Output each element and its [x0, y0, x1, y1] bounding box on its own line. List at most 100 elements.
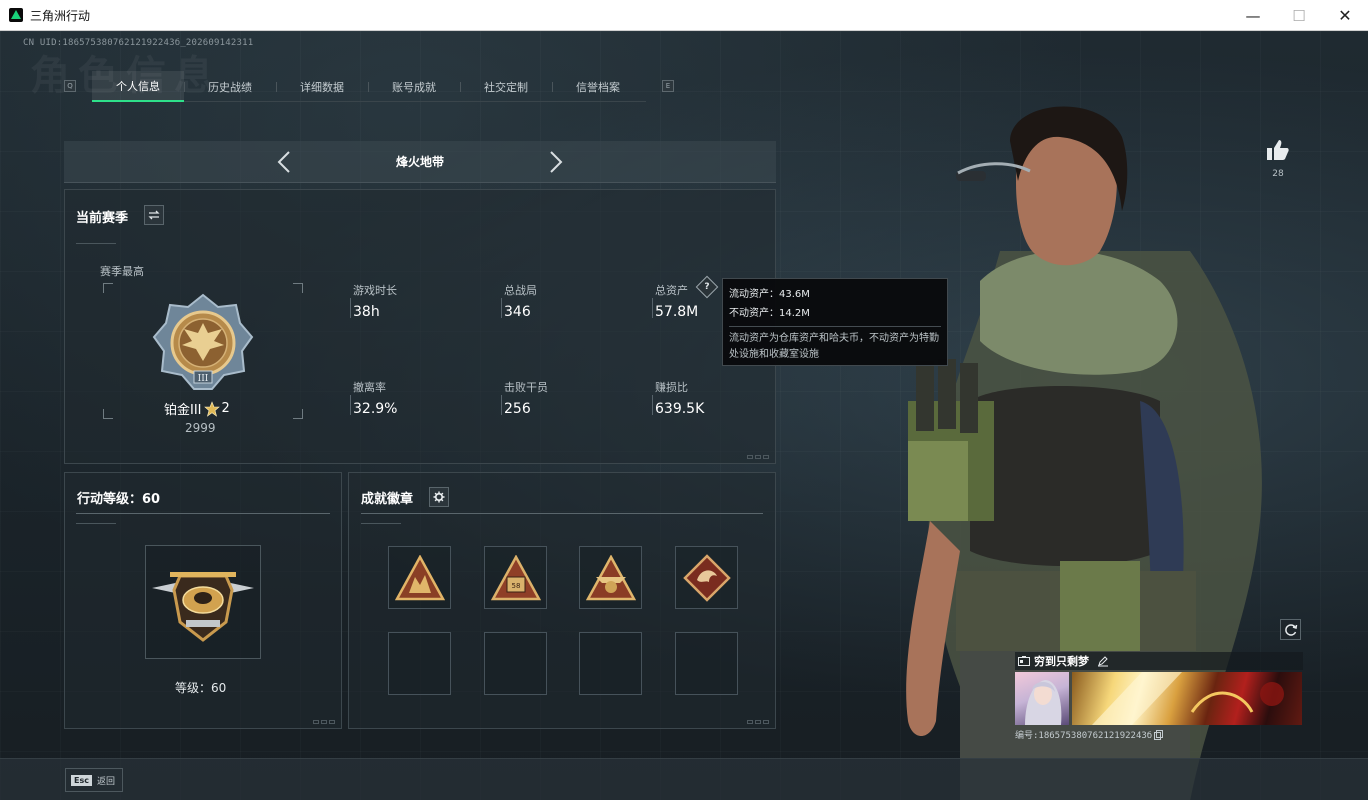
prev-mode-button[interactable] [272, 150, 296, 174]
tab-reputation-record[interactable]: 信誉档案 [552, 71, 644, 102]
rank-star-count: 2 [221, 401, 230, 416]
avatar-portrait-icon [1025, 680, 1062, 725]
uid-text: CN UID:18657538076212192243б_20260914231… [23, 38, 254, 48]
frame-corner-tl [103, 283, 113, 293]
achievement-badge-4[interactable] [675, 546, 738, 609]
bottom-bar: Esc 返回 [0, 758, 1368, 800]
achievement-slot-empty[interactable] [484, 632, 547, 695]
player-banner[interactable] [1072, 672, 1302, 725]
next-mode-button[interactable] [544, 150, 568, 174]
season-best-label: 赛季最高 [100, 265, 144, 278]
back-button[interactable]: Esc 返回 [65, 768, 123, 792]
stat-play-time: 游戏时长 38h [350, 282, 493, 320]
rotate-model-button[interactable] [1280, 619, 1301, 640]
achievement-slot-empty[interactable] [579, 632, 642, 695]
tab-account-achievements[interactable]: 账号成就 [368, 71, 460, 102]
close-button[interactable]: ✕ [1322, 0, 1368, 31]
gear-icon [433, 491, 445, 503]
panel-corner-decoration [313, 720, 335, 724]
stat-label: 总战局 [504, 284, 537, 297]
tooltip-separator [729, 326, 941, 327]
stat-divider [350, 298, 351, 318]
title-underline [76, 243, 116, 244]
achievements-title: 成就徽章 [361, 492, 414, 507]
stat-value: 346 [504, 304, 531, 320]
title-underline [361, 523, 401, 524]
player-name: 穷到只剩梦 [1034, 655, 1089, 668]
tooltip-note: 流动资产为仓库资产和哈夫币，不动资产为特勤处设施和收藏室设施 [729, 333, 939, 360]
tab-detailed-data[interactable]: 详细数据 [276, 71, 368, 102]
stat-divider [350, 395, 351, 415]
frame-corner-br [293, 409, 303, 419]
stat-divider [652, 395, 653, 415]
season-title: 当前赛季 [76, 211, 129, 226]
rank-tier-text: 铂金III [164, 403, 202, 418]
chevron-right-icon [550, 151, 563, 173]
achievement-badge-3[interactable] [579, 546, 642, 609]
tab-match-history[interactable]: 历史战绩 [184, 71, 276, 102]
player-avatar[interactable] [1015, 672, 1069, 725]
stat-value: 256 [504, 401, 531, 417]
tooltip-liquid-assets: 流动资产：43.6M [729, 289, 810, 300]
stat-extraction-rate: 撤离率 32.9% [350, 379, 493, 417]
like-control[interactable]: 28 [1264, 139, 1292, 179]
achievements-settings-button[interactable] [429, 487, 449, 507]
mode-title: 烽火地带 [395, 155, 444, 169]
eagle-badge-icon [585, 554, 636, 600]
window-title-bar: 三角洲行动 — ☐ ✕ [0, 0, 1368, 31]
player-id-row: 编号:18657538076212192243б [1015, 728, 1303, 741]
level-badge-frame [145, 545, 261, 659]
soldiers-badge-icon [394, 554, 445, 600]
panel-corner-decoration [747, 455, 769, 459]
stat-value: 38h [353, 304, 380, 320]
edit-name-icon[interactable] [1097, 655, 1109, 667]
stat-divider [501, 395, 502, 415]
helicopter-level-icon [152, 572, 254, 642]
level-title-rule [76, 513, 330, 514]
achievements-title-rule [361, 513, 763, 514]
stat-label: 赚损比 [655, 381, 688, 394]
stat-operators-defeated: 击败干员 256 [501, 379, 644, 417]
achievement-slot-empty[interactable] [388, 632, 451, 695]
copy-icon[interactable] [1154, 729, 1164, 740]
window-title: 三角洲行动 [30, 8, 91, 23]
minimize-button[interactable]: — [1230, 0, 1276, 31]
player-nameplate: 穷到只剩梦 编号:18657538076212192243б [1015, 652, 1303, 741]
stat-divider [501, 298, 502, 318]
prev-tab-key-hint[interactable]: Q [64, 80, 76, 92]
like-count: 28 [1272, 169, 1284, 179]
mode-selector: 烽火地带 [64, 141, 776, 183]
achievement-slot-empty[interactable] [675, 632, 738, 695]
esc-key-hint: Esc [71, 774, 92, 786]
stat-value: 639.5K [655, 401, 705, 417]
nameplate-header: 穷到只剩梦 [1015, 652, 1303, 670]
tab-personal-info[interactable]: 个人信息 [92, 71, 184, 102]
stat-profit-loss-ratio: 赚损比 639.5K [652, 379, 795, 417]
dragon-badge-icon [682, 553, 731, 602]
assets-tooltip: 流动资产：43.6M 不动资产：14.2M 流动资产为仓库资产和哈夫币，不动资产… [722, 278, 948, 366]
achievement-badge-2[interactable]: 58 [484, 546, 547, 609]
switch-season-button[interactable] [144, 205, 164, 225]
refresh-icon [1284, 623, 1297, 636]
stat-label: 击败干员 [504, 381, 548, 394]
svg-text:58: 58 [511, 582, 520, 590]
thumbs-up-icon [1267, 140, 1289, 160]
main-tabs: 个人信息 历史战绩 详细数据 账号成就 社交定制 信誉档案 [92, 71, 646, 102]
stat-label: 游戏时长 [353, 284, 397, 297]
rank-emblem-icon: III [152, 293, 254, 390]
game-viewport: 角色信息 CN UID:18657538076212192243б_202609… [0, 31, 1368, 800]
maximize-button[interactable]: ☐ [1276, 0, 1322, 31]
achievement-badge-1[interactable] [388, 546, 451, 609]
stat-divider [652, 298, 653, 318]
frame-corner-tr [293, 283, 303, 293]
app-logo-icon [9, 8, 23, 22]
tab-social-customization[interactable]: 社交定制 [460, 71, 552, 102]
nameplate-cards [1015, 672, 1303, 725]
rank-name: 铂金III 2 [164, 399, 230, 418]
banner-art-icon [1092, 672, 1284, 725]
level-title: 行动等级：60 [77, 492, 161, 507]
back-label: 返回 [96, 776, 115, 787]
swap-icon [148, 210, 160, 220]
next-tab-key-hint[interactable]: E [662, 80, 674, 92]
badge-58-icon: 58 [490, 554, 541, 600]
